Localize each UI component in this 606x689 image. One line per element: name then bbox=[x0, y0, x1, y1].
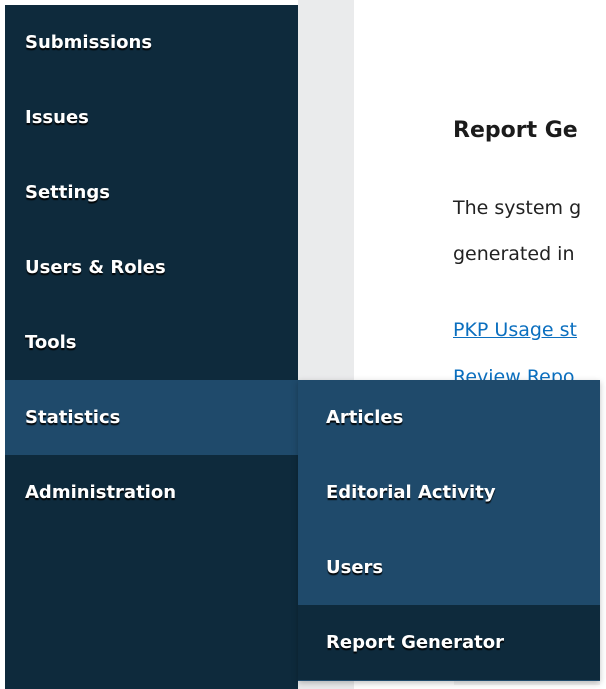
sidebar-item-label: Statistics bbox=[25, 407, 121, 428]
submenu-item-label: Users bbox=[326, 557, 384, 578]
sidebar-item-label: Issues bbox=[25, 107, 89, 128]
sidebar-item-settings[interactable]: Settings bbox=[5, 155, 298, 230]
sidebar-item-tools[interactable]: Tools bbox=[5, 305, 298, 380]
description-line-2: generated in bbox=[453, 243, 575, 265]
sidebar-item-statistics[interactable]: Statistics bbox=[5, 380, 298, 455]
sidebar-item-label: Administration bbox=[25, 482, 177, 503]
submenu-item-label: Report Generator bbox=[326, 632, 504, 653]
sidebar-item-administration[interactable]: Administration bbox=[5, 455, 298, 530]
statistics-submenu: Articles Editorial Activity Users Report… bbox=[298, 380, 600, 681]
submenu-item-label: Articles bbox=[326, 407, 404, 428]
submenu-item-editorial-activity[interactable]: Editorial Activity bbox=[298, 455, 600, 530]
sidebar-item-label: Tools bbox=[25, 332, 77, 353]
sidebar-item-label: Users & Roles bbox=[25, 257, 166, 278]
submenu-item-users[interactable]: Users bbox=[298, 530, 600, 605]
sidebar-item-issues[interactable]: Issues bbox=[5, 80, 298, 155]
sidebar-item-label: Settings bbox=[25, 182, 110, 203]
sidebar-item-label: Submissions bbox=[25, 32, 153, 53]
page-title: Report Ge bbox=[453, 118, 578, 143]
description-line-1: The system g bbox=[453, 197, 582, 219]
submenu-item-label: Editorial Activity bbox=[326, 482, 496, 503]
submenu-item-articles[interactable]: Articles bbox=[298, 380, 600, 455]
submenu-item-report-generator[interactable]: Report Generator bbox=[298, 605, 600, 680]
report-link-pkp-usage[interactable]: PKP Usage st bbox=[453, 319, 577, 341]
sidebar-item-submissions[interactable]: Submissions bbox=[5, 5, 298, 80]
sidebar-nav: Submissions Issues Settings Users & Role… bbox=[5, 5, 298, 689]
sidebar-item-users-roles[interactable]: Users & Roles bbox=[5, 230, 298, 305]
